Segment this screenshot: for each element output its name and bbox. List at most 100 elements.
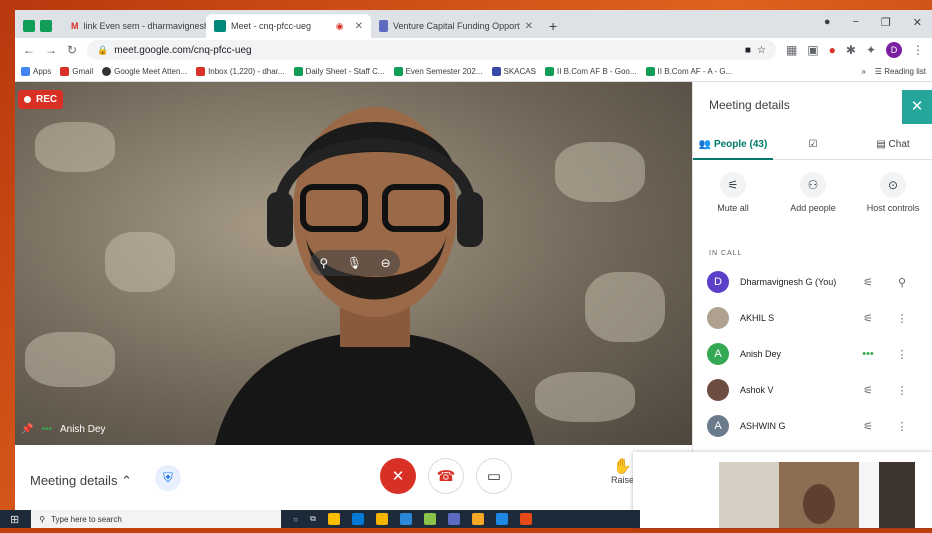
participant-row[interactable]: A ASHWIN G ⚟ ⋮	[693, 408, 932, 444]
camera-icon[interactable]: ■	[745, 45, 751, 56]
windows-start-icon[interactable]: ⊞	[10, 513, 19, 526]
participant-name: Dharmavignesh G (You)	[740, 277, 837, 287]
app-icon[interactable]	[447, 513, 460, 525]
more-options-icon[interactable]: ⋮	[885, 384, 919, 397]
bookmark-bcom-b[interactable]: II B.Com AF B - Goo...	[544, 67, 637, 77]
office-icon[interactable]	[519, 513, 532, 525]
file-explorer-icon[interactable]	[375, 513, 388, 525]
panel-actions: ⚟ Mute all ⚇ Add people ⊙ Host controls	[693, 172, 932, 213]
omnibox[interactable]: 🔒 meet.google.com/cnq-pfcc-ueg ■ ☆	[87, 40, 776, 60]
end-call-button[interactable]: ☎	[428, 458, 464, 494]
task-view-icon[interactable]: ⧉	[310, 514, 316, 524]
mic-off-icon: ⚟	[863, 276, 873, 289]
participant-row[interactable]: Ashok V ⚟ ⋮	[693, 372, 932, 408]
address-bar-row: ← → ↻ 🔒 meet.google.com/cnq-pfcc-ueg ■ ☆…	[15, 38, 932, 62]
edge-icon[interactable]	[351, 513, 364, 525]
hand-icon: ✋	[613, 458, 632, 475]
close-window-button[interactable]: ✕	[913, 16, 922, 29]
meeting-controls-bar: Meeting details ⌃ ⛨ ✕ ☎ ▭ ✋ Raise	[15, 445, 692, 510]
maximize-button[interactable]: ❐	[881, 16, 891, 29]
avatar	[707, 307, 729, 329]
shield-icon[interactable]: ⛨	[155, 465, 181, 491]
profile-menu-icon[interactable]: ●	[824, 16, 831, 28]
mic-off-icon: ⚟	[720, 172, 746, 198]
forward-icon[interactable]: →	[45, 43, 57, 57]
pin-off-icon[interactable]: ⚲	[319, 256, 328, 270]
bookmark-daily-sheet[interactable]: Daily Sheet - Staff C...	[293, 67, 385, 77]
bookmark-bcom-a[interactable]: II B.Com AF - A - G...	[645, 67, 732, 77]
menu-icon[interactable]: ⋮	[912, 43, 924, 57]
tab-label: Venture Capital Funding Opport	[393, 21, 520, 31]
add-people-button[interactable]: ⚇ Add people	[773, 172, 853, 213]
mic-off-icon: ⚟	[863, 312, 873, 325]
mic-icon[interactable]: 🎙	[347, 256, 362, 270]
meeting-details-button[interactable]: Meeting details ⌃	[30, 473, 132, 489]
people-icon: 👥	[698, 138, 712, 150]
main-video-tile: REC ⚲ 🎙 ⊖ 📌 ••• Anish Dey	[15, 82, 692, 445]
meet-icon	[214, 20, 226, 32]
close-tab-icon[interactable]: ✕	[525, 21, 533, 32]
minimize-button[interactable]: −	[852, 16, 858, 28]
participant-row[interactable]: D Dharmavignesh G (You) ⚟ ⚲	[693, 264, 932, 300]
participant-row[interactable]: A Anish Dey ••• ⋮	[693, 336, 932, 372]
mute-all-button[interactable]: ⚟ Mute all	[693, 172, 773, 213]
reload-icon[interactable]: ↻	[67, 43, 77, 57]
more-options-icon[interactable]: ⋮	[885, 348, 919, 361]
camera-button[interactable]: ▭	[476, 458, 512, 494]
close-panel-button[interactable]: ✕	[902, 90, 932, 124]
more-bookmarks-icon[interactable]: »	[861, 67, 865, 76]
speaking-icon: •••	[41, 424, 52, 435]
bookmark-even-semester[interactable]: Even Semester 202...	[393, 67, 483, 77]
pin-icon[interactable]: ⚲	[885, 276, 919, 289]
app-icon[interactable]	[495, 513, 508, 525]
tab-activities[interactable]: ☑	[773, 139, 853, 150]
tab-venture[interactable]: Venture Capital Funding Opport ✕	[371, 14, 541, 38]
extension-icon[interactable]: ▦	[786, 43, 797, 57]
more-options-icon[interactable]: ⋮	[885, 312, 919, 325]
extensions-puzzle-icon[interactable]: ✦	[866, 43, 876, 57]
host-controls-button[interactable]: ⊙ Host controls	[853, 172, 932, 213]
back-icon[interactable]: ←	[23, 43, 35, 57]
avatar: A	[707, 415, 729, 437]
tab-people[interactable]: 👥 People (43)	[693, 130, 773, 160]
bookmark-gmail[interactable]: Gmail	[60, 67, 93, 77]
reading-list-button[interactable]: ☰ Reading list	[875, 67, 926, 76]
pin-icon: 📌	[21, 424, 34, 435]
bookmark-apps[interactable]: Apps	[21, 67, 51, 77]
chrome-icon[interactable]	[327, 513, 340, 525]
remove-icon[interactable]: ⊖	[381, 256, 391, 270]
participant-name: Anish Dey	[740, 349, 782, 359]
mic-off-button[interactable]: ✕	[380, 458, 416, 494]
raise-hand-button[interactable]: ✋ Raise	[611, 457, 634, 485]
bookmark-inbox[interactable]: Inbox (1,220) - dhar...	[196, 67, 285, 77]
close-tab-icon[interactable]: ✕	[355, 21, 363, 32]
self-video	[719, 462, 915, 528]
more-options-icon[interactable]: ⋮	[885, 420, 919, 433]
extension-icon[interactable]: ✱	[846, 43, 856, 57]
participant-name: AKHIL S	[740, 313, 775, 323]
bookmark-meet-attendance[interactable]: Google Meet Atten...	[102, 67, 187, 77]
profile-avatar[interactable]: D	[886, 42, 902, 58]
tab-gmail[interactable]: M link Even sem - dharmavigneshg ✕	[63, 14, 206, 38]
sheets-icon	[40, 20, 52, 32]
meeting-details-panel: Meeting details ✕ 👥 People (43) ☑ ▤ Chat…	[692, 82, 932, 462]
tab-chat[interactable]: ▤ Chat	[853, 139, 932, 150]
recording-badge: REC	[18, 90, 64, 109]
forms-icon	[379, 20, 389, 32]
taskbar-search[interactable]: ⚲ Type here to search	[31, 510, 282, 528]
store-icon[interactable]	[471, 513, 484, 525]
bookmark-skacas[interactable]: SKACAS	[491, 67, 536, 77]
pinned-tabs[interactable]	[15, 14, 63, 38]
tab-meet[interactable]: Meet - cnq-pfcc-ueg ◉ ✕	[206, 14, 371, 38]
star-icon[interactable]: ☆	[757, 45, 766, 56]
participant-row[interactable]: AKHIL S ⚟ ⋮	[693, 300, 932, 336]
chevron-up-icon: ⌃	[121, 473, 132, 488]
app-icon[interactable]	[423, 513, 436, 525]
cortana-icon[interactable]: ○	[293, 515, 298, 524]
windows-taskbar: ⊞ ⚲ Type here to search ○ ⧉	[0, 510, 640, 528]
mail-icon[interactable]	[399, 513, 412, 525]
window-controls: ● − ❐ ✕	[824, 10, 932, 34]
new-tab-button[interactable]: +	[541, 14, 571, 38]
extension-icon[interactable]: ●	[829, 43, 836, 57]
extension-icon[interactable]: ▣	[807, 43, 818, 57]
